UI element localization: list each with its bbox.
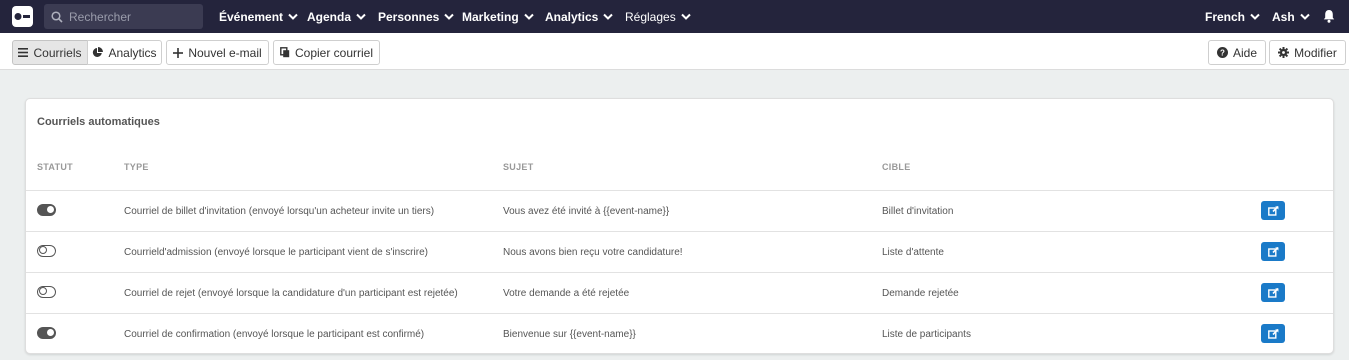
- edit-button[interactable]: [1261, 201, 1285, 220]
- edit-icon: [1267, 328, 1279, 339]
- nav-label: Marketing: [462, 9, 519, 24]
- nav-label: Personnes: [378, 9, 440, 24]
- target-cell: Billet d'invitation: [882, 205, 954, 217]
- svg-text:?: ?: [1220, 48, 1225, 57]
- chevron-down-icon: [523, 13, 534, 20]
- search-input[interactable]: [69, 9, 189, 24]
- column-header-subject: SUJET: [503, 162, 534, 172]
- user-menu[interactable]: Ash: [1272, 0, 1310, 33]
- type-cell: Courriel de confirmation (envoyé lorsque…: [124, 328, 425, 340]
- nav-evenement[interactable]: Événement: [219, 0, 298, 33]
- subject-cell: Vous avez été invité à {{event-name}}: [503, 205, 670, 217]
- logo-icon: [14, 13, 30, 20]
- edit-button[interactable]: [1261, 242, 1285, 261]
- subject-cell: Bienvenue sur {{event-name}}: [503, 328, 636, 340]
- automatic-emails-card: Courriels automatiques STATUT TYPE SUJET…: [25, 98, 1334, 354]
- table-row: Courrield'admission (envoyé lorsque le p…: [26, 231, 1333, 272]
- nav-label: Agenda: [307, 9, 352, 24]
- edit-icon: [1267, 287, 1279, 298]
- app-logo[interactable]: [12, 6, 33, 27]
- nav-analytics[interactable]: Analytics: [545, 0, 614, 33]
- column-header-target: CIBLE: [882, 162, 911, 172]
- target-cell: Demande rejetée: [882, 287, 959, 299]
- top-navbar: Événement Agenda Personnes Marketing Ana…: [0, 0, 1349, 33]
- question-circle-icon: ?: [1216, 47, 1228, 58]
- nav-label: Réglages: [625, 9, 676, 24]
- search-icon: [51, 10, 63, 23]
- edit-icon: [1267, 246, 1279, 257]
- nav-agenda[interactable]: Agenda: [307, 0, 366, 33]
- subject-cell: Nous avons bien reçu votre candidature!: [503, 246, 683, 258]
- copy-icon: [280, 47, 290, 58]
- table-row: Courriel de billet d'invitation (envoyé …: [26, 190, 1333, 231]
- nav-label: Analytics: [545, 9, 599, 24]
- nav-reglages[interactable]: Réglages: [625, 0, 691, 33]
- pie-chart-icon: [92, 47, 104, 58]
- chevron-down-icon: [603, 13, 614, 20]
- table-row: Courriel de confirmation (envoyé lorsque…: [26, 313, 1333, 354]
- edit-button[interactable]: [1261, 324, 1285, 343]
- toolbar: Courriels Analytics Nouvel e-mail Copier…: [0, 33, 1349, 70]
- target-cell: Liste d'attente: [882, 246, 944, 258]
- type-cell: Courriel de billet d'invitation (envoyé …: [124, 205, 435, 217]
- help-button[interactable]: ? Aide: [1208, 40, 1266, 65]
- new-email-label: Nouvel e-mail: [188, 45, 262, 60]
- modify-button[interactable]: Modifier: [1269, 40, 1346, 65]
- type-cell: Courriel de rejet (envoyé lorsque la can…: [124, 287, 458, 299]
- chevron-down-icon: [680, 13, 691, 20]
- type-cell: Courrield'admission (envoyé lorsque le p…: [124, 246, 428, 258]
- table-row: Courriel de rejet (envoyé lorsque la can…: [26, 272, 1333, 313]
- target-cell: Liste de participants: [882, 328, 971, 340]
- bell-icon[interactable]: [1323, 9, 1335, 23]
- copy-email-button[interactable]: Copier courriel: [273, 40, 380, 65]
- analytics-tab-button[interactable]: Analytics: [87, 40, 162, 65]
- chevron-down-icon: [356, 13, 366, 20]
- search-box[interactable]: [44, 4, 203, 29]
- user-name: Ash: [1272, 9, 1295, 24]
- subject-cell: Votre demande a été rejetée: [503, 287, 630, 299]
- nav-personnes[interactable]: Personnes: [378, 0, 455, 33]
- nav-marketing[interactable]: Marketing: [462, 0, 534, 33]
- edit-icon: [1267, 205, 1279, 216]
- status-toggle[interactable]: [37, 286, 56, 298]
- emails-label: Courriels: [33, 45, 82, 60]
- language-selector[interactable]: French: [1205, 0, 1260, 33]
- help-label: Aide: [1232, 45, 1258, 60]
- chevron-down-icon: [444, 13, 455, 20]
- edit-button[interactable]: [1261, 283, 1285, 302]
- chevron-down-icon: [1299, 13, 1310, 20]
- column-header-type: TYPE: [124, 162, 149, 172]
- status-toggle[interactable]: [37, 245, 56, 257]
- nav-label: Événement: [219, 9, 284, 24]
- card-title: Courriels automatiques: [37, 116, 160, 128]
- language-label: French: [1205, 9, 1246, 24]
- chevron-down-icon: [1250, 13, 1260, 20]
- emails-tab-button[interactable]: Courriels: [12, 40, 88, 65]
- status-toggle[interactable]: [37, 327, 56, 339]
- status-toggle[interactable]: [37, 204, 56, 216]
- new-email-button[interactable]: Nouvel e-mail: [166, 40, 269, 65]
- copy-email-label: Copier courriel: [294, 45, 374, 60]
- chevron-down-icon: [288, 13, 298, 20]
- column-header-status: STATUT: [37, 162, 73, 172]
- modify-label: Modifier: [1294, 45, 1337, 60]
- analytics-label: Analytics: [108, 45, 157, 60]
- list-icon: [18, 48, 29, 57]
- plus-icon: [173, 47, 184, 58]
- gear-icon: [1278, 47, 1290, 58]
